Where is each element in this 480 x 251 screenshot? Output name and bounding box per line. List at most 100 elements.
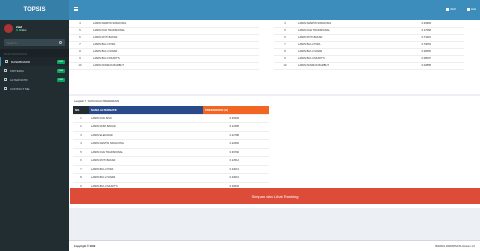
cell-value xyxy=(242,27,259,35)
top-user-menu[interactable]: Zaid xyxy=(466,8,476,11)
cell-value: 0.26983 xyxy=(419,20,464,28)
cell-name: LAMIN KUE TRADISIONAL xyxy=(89,148,203,157)
cell-value: 0.22788 xyxy=(203,131,269,140)
user-status-label: Online xyxy=(19,28,27,32)
sidebar-item-contact[interactable]: CONTACT ME xyxy=(0,84,69,93)
preference-table: NO. NAMA ALTERNATIF PREFERENSI (Vi) 1 LAM… xyxy=(73,106,269,200)
table-row: 5 LAMIN KUE TRADISIONAL 0.17668 xyxy=(274,27,464,35)
cell-no: 6 xyxy=(274,34,296,42)
cell-no: 8 xyxy=(73,173,89,183)
sidebar-item-dashboard[interactable]: DASHBOARD new xyxy=(0,57,69,66)
cell-no: 5 xyxy=(274,27,296,35)
table-row: 10 LAMIN PASIRAS BARBUT 0.00858 xyxy=(274,62,464,70)
col-nama: NAMA ALTERNATIF xyxy=(89,106,203,115)
cell-no: 9 xyxy=(69,55,91,63)
cell-no: 4 xyxy=(274,20,296,28)
table-row: 6 LAMIN ROTI BAKAR 0.12512 xyxy=(73,156,269,166)
table-row: 4 LAMIN KENTIN SINGKONG 0.22666 xyxy=(73,139,269,149)
cell-name: LAMIN ROTI BAKAR xyxy=(89,156,203,166)
cell-name: LAMIN BULU PIRA xyxy=(296,41,420,49)
cell-name: LAMIN ELEGISAR xyxy=(89,131,203,140)
table-row: 8 LAMIN BULU SINAR 0.43016 xyxy=(73,173,269,183)
cell-no: 8 xyxy=(69,48,91,56)
user-panel: Zaid Online xyxy=(0,20,69,36)
table-row: 9 LAMIN BULU MUNIT'S xyxy=(69,55,259,63)
cell-name: LAMIN ROTI BAKAR xyxy=(91,34,243,42)
table-row: 10 LAMIN PASIRAS BARBUT xyxy=(69,62,259,70)
cell-no: 5 xyxy=(73,148,89,157)
cell-value xyxy=(242,55,259,63)
cell-name: LAMIN ROTI BAKAR xyxy=(296,34,420,42)
contact-icon xyxy=(4,87,7,90)
cell-name: LAMIN BULU PIRA xyxy=(89,165,203,174)
table-row: 9 LAMIN BULU MUNIT'S 0.08097 xyxy=(274,55,464,63)
cell-no: 1 xyxy=(73,114,89,123)
table-icon xyxy=(4,78,7,81)
new-badge: new xyxy=(56,59,65,64)
cell-value xyxy=(242,20,259,28)
calendar-icon xyxy=(446,8,450,11)
sidebar-item-label: ALTERNATIF xyxy=(10,77,28,82)
table-row: 6 LAMIN ROTI BAKAR 0.73415 xyxy=(274,34,464,42)
menu-toggle-icon[interactable] xyxy=(74,7,78,11)
table-row: 8 LAMIN BULU SINAR 0.28065 xyxy=(274,48,464,56)
cell-name: LAMIN BULU SINAR xyxy=(296,48,420,56)
step-label: Langkah 7 : DATA NILAI PREFERENSI xyxy=(74,100,120,103)
cell-name: LAMIN KUE TRADISIONAL xyxy=(296,27,420,35)
sidebar-item-label: DASHBOARD xyxy=(11,59,31,64)
top-table-left: 4 LAMIN KEMPIN SINGKONG 5 LAMIN KUE TRADISI… xyxy=(69,20,259,70)
cell-name: LAMIN KUE TRADISIONAL xyxy=(91,27,243,35)
footer: Copyright © 2022 BIDANG PARIWISATA Versi… xyxy=(69,240,480,251)
cell-value: 0.22666 xyxy=(203,139,269,149)
sidebar-item-kriteria[interactable]: KRITERIA new xyxy=(0,66,69,75)
col-preferensi: PREFERENSI (Vi) xyxy=(203,106,269,115)
cell-value: 0.43016 xyxy=(203,173,269,183)
cell-no: 9 xyxy=(274,55,296,63)
sidebar: TOPSIS Zaid Online MAIN NAVIGATION DASHB… xyxy=(0,0,69,251)
cell-name: LAMIN BULU PIRA xyxy=(91,41,243,49)
cell-no: 4 xyxy=(69,20,91,28)
top-tables-box: 4 LAMIN KEMPIN SINGKONG 5 LAMIN KUE TRADISI… xyxy=(69,20,480,94)
sidebar-item-alternatif[interactable]: ALTERNATIF new xyxy=(0,75,69,84)
table-row: 5 LAMIN KUE TRADISIONAL 0.39790 xyxy=(73,148,269,157)
col-no: NO. xyxy=(73,106,89,115)
cell-no: 4 xyxy=(73,139,89,149)
table-row: 3 LAMIN ELEGISAR 0.22788 xyxy=(73,131,269,140)
cell-no: 7 xyxy=(73,165,89,174)
cell-no: 7 xyxy=(69,41,91,49)
top-table-right: 4 LAMIN KEMPIN SINGKONG 0.26983 5 LAMIN KUE … xyxy=(274,20,464,70)
search-input[interactable] xyxy=(7,40,47,45)
cell-value xyxy=(242,48,259,56)
top-navbar: 2022 Zaid xyxy=(69,0,480,20)
save-ranking-button[interactable]: Simpan dan Lihat Ranking xyxy=(70,188,480,204)
cell-no: 3 xyxy=(73,131,89,140)
cell-name: LAMIN BULU SINAR xyxy=(89,173,203,183)
cell-value: 0.39790 xyxy=(203,148,269,157)
table-row: 4 LAMIN KEMPIN SINGKONG 0.26983 xyxy=(274,20,464,28)
table-row: 7 LAMIN BULU PIRA xyxy=(69,41,259,49)
search-icon[interactable] xyxy=(59,41,62,44)
cell-value: 0.00858 xyxy=(419,62,464,70)
nav-header: MAIN NAVIGATION xyxy=(0,49,69,57)
cell-value: 0.08097 xyxy=(419,55,464,63)
cell-value: 0.12285 xyxy=(203,122,269,132)
cell-value: 0.28065 xyxy=(419,48,464,56)
new-badge: new xyxy=(56,68,65,73)
new-badge: new xyxy=(56,77,65,82)
top-user-label: Zaid xyxy=(470,8,476,11)
cell-name: LAMIN KEMPIN SINGKONG xyxy=(91,20,243,28)
cell-name: LAMIN RORI BAKAR xyxy=(89,122,203,132)
cell-value: 0.17668 xyxy=(419,27,464,35)
cell-value: 0.12512 xyxy=(203,156,269,166)
cell-no: 6 xyxy=(73,156,89,166)
main-content: 4 LAMIN KEMPIN SINGKONG 5 LAMIN KUE TRADISI… xyxy=(69,20,480,240)
cell-name: LAMIN BULU MUNIT'S xyxy=(296,55,420,63)
table-row: 6 LAMIN ROTI BAKAR xyxy=(69,34,259,42)
cell-name: LAMIN PASIRAS BARBUT xyxy=(296,62,420,70)
cell-value xyxy=(242,62,259,70)
cell-value: 0.23013 xyxy=(203,165,269,174)
table-row: 8 LAMIN BULU SINAR xyxy=(69,48,259,56)
table-row: 4 LAMIN KEMPIN SINGKONG xyxy=(69,20,259,28)
cell-value xyxy=(242,34,259,42)
app-brand[interactable]: TOPSIS xyxy=(0,0,69,20)
